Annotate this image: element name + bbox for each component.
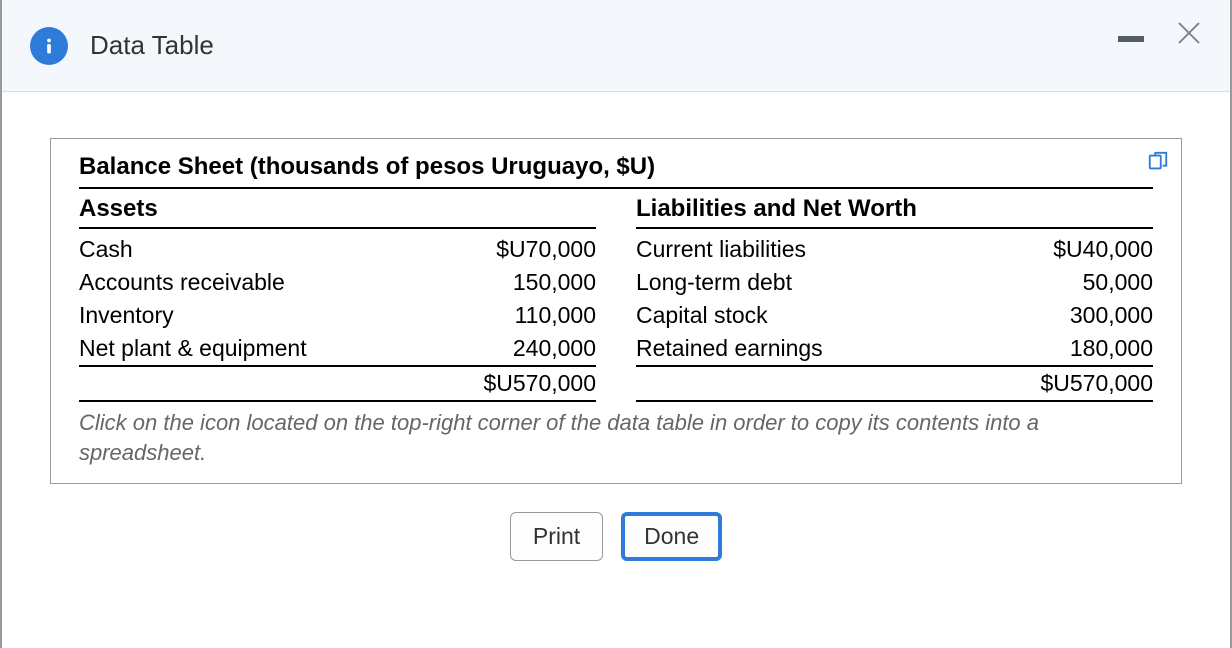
row-value: $U40,000	[1013, 236, 1153, 263]
table-row: Long-term debt 50,000	[636, 266, 1153, 299]
table-row: Accounts receivable 150,000	[79, 266, 596, 299]
liabilities-total-row: $U570,000	[636, 365, 1153, 402]
assets-total-row: $U570,000	[79, 365, 596, 402]
dialog-header: Data Table	[2, 0, 1230, 92]
row-label: Inventory	[79, 302, 456, 329]
liabilities-header: Liabilities and Net Worth	[636, 195, 1153, 229]
row-label: Retained earnings	[636, 335, 1013, 362]
close-icon[interactable]	[1174, 18, 1204, 48]
row-value: 50,000	[1013, 269, 1153, 296]
liabilities-column: Liabilities and Net Worth Current liabil…	[636, 195, 1153, 402]
row-label: Long-term debt	[636, 269, 1013, 296]
table-row: Net plant & equipment 240,000	[79, 332, 596, 365]
liabilities-total: $U570,000	[1013, 370, 1153, 397]
hint-text: Click on the icon located on the top-rig…	[79, 408, 1153, 467]
table-row: Retained earnings 180,000	[636, 332, 1153, 365]
sheet-title: Balance Sheet (thousands of pesos Urugua…	[79, 153, 1153, 189]
assets-column: Assets Cash $U70,000 Accounts receivable…	[79, 195, 596, 402]
table-row: Current liabilities $U40,000	[636, 233, 1153, 266]
row-value: $U70,000	[456, 236, 596, 263]
row-value: 110,000	[456, 302, 596, 329]
button-row: Print Done	[50, 512, 1182, 561]
copy-icon[interactable]	[1147, 151, 1169, 173]
row-label	[636, 370, 1013, 397]
data-table-box: Balance Sheet (thousands of pesos Urugua…	[50, 138, 1182, 484]
assets-header: Assets	[79, 195, 596, 229]
row-label: Net plant & equipment	[79, 335, 456, 362]
row-label: Capital stock	[636, 302, 1013, 329]
row-value: 180,000	[1013, 335, 1153, 362]
table-row: Cash $U70,000	[79, 233, 596, 266]
dialog-title: Data Table	[90, 30, 214, 61]
done-button[interactable]: Done	[621, 512, 722, 561]
row-label: Cash	[79, 236, 456, 263]
info-icon	[30, 27, 68, 65]
row-value: 240,000	[456, 335, 596, 362]
row-label: Accounts receivable	[79, 269, 456, 296]
content-area: Balance Sheet (thousands of pesos Urugua…	[2, 92, 1230, 561]
row-label: Current liabilities	[636, 236, 1013, 263]
table-row: Capital stock 300,000	[636, 299, 1153, 332]
row-value: 300,000	[1013, 302, 1153, 329]
print-button[interactable]: Print	[510, 512, 603, 561]
table-row: Inventory 110,000	[79, 299, 596, 332]
row-label	[79, 370, 456, 397]
minimize-icon[interactable]	[1118, 36, 1144, 42]
assets-total: $U570,000	[456, 370, 596, 397]
row-value: 150,000	[456, 269, 596, 296]
